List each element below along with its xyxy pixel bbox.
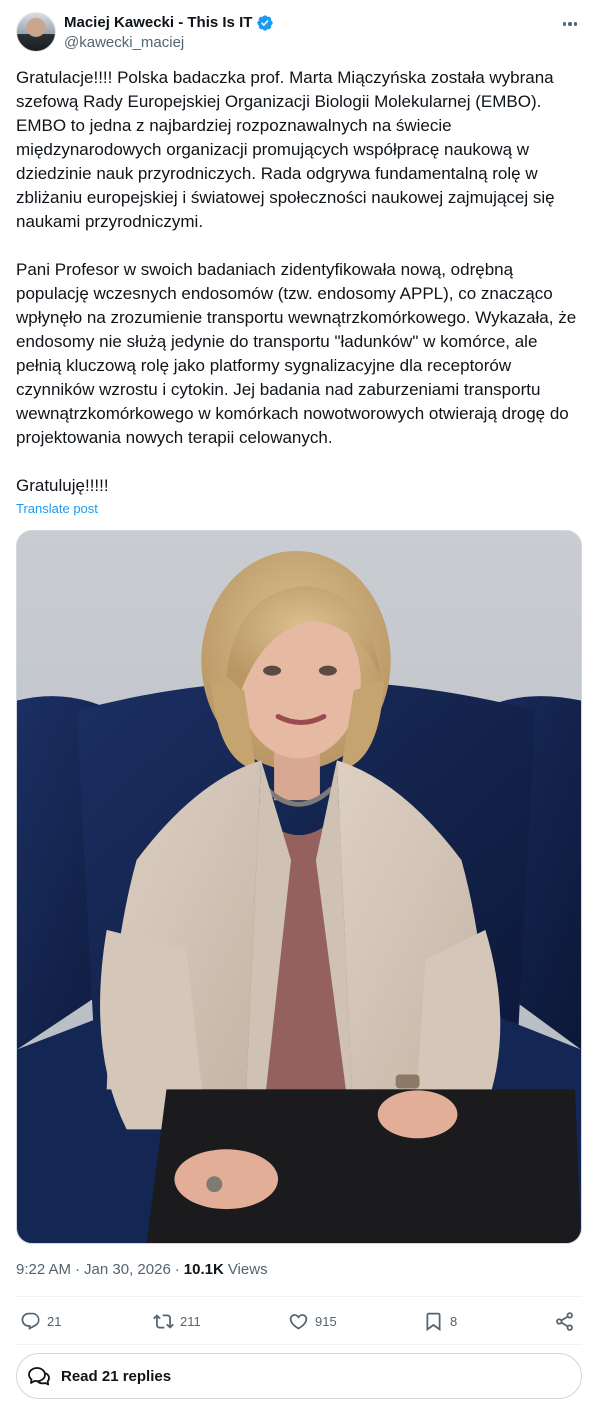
divider: [16, 1296, 582, 1297]
repost-count: 211: [180, 1313, 201, 1329]
share-button[interactable]: [554, 1306, 575, 1336]
reply-count: 21: [47, 1313, 62, 1329]
author-avatar[interactable]: [16, 12, 56, 52]
like-button[interactable]: 915: [288, 1306, 337, 1336]
more-options-icon[interactable]: [558, 14, 582, 34]
action-bar: 21 211 915 8: [16, 1306, 582, 1336]
divider: [16, 1344, 582, 1345]
repost-icon: [153, 1311, 174, 1332]
bookmark-count: 8: [450, 1313, 458, 1329]
author-name-line: Maciej Kawecki - This Is IT: [64, 13, 274, 33]
post-header: Maciej Kawecki - This Is IT @kawecki_mac…: [16, 12, 582, 54]
views-count: 10.1K: [183, 1261, 224, 1278]
translate-post-link[interactable]: Translate post: [16, 499, 98, 519]
post-time[interactable]: 9:22 AM: [16, 1260, 71, 1280]
verified-badge-icon: [256, 14, 274, 32]
read-replies-label: Read 21 replies: [61, 1367, 172, 1385]
post-image[interactable]: [16, 530, 582, 1244]
author-display-name[interactable]: Maciej Kawecki - This Is IT: [64, 13, 252, 33]
meta-separator: ·: [174, 1261, 180, 1278]
meta-separator: ·: [75, 1261, 81, 1278]
post-text: Gratulacje!!!! Polska badaczka prof. Mar…: [16, 68, 577, 495]
post-date[interactable]: Jan 30, 2026: [84, 1260, 171, 1280]
portrait-photo: [17, 531, 581, 1243]
reply-button[interactable]: 21: [20, 1306, 61, 1336]
post-meta: 9:22 AM · Jan 30, 2026 · 10.1K Views: [16, 1260, 268, 1280]
author-handle[interactable]: @kawecki_maciej: [64, 33, 184, 53]
share-icon: [554, 1311, 575, 1332]
views-label: Views: [227, 1261, 268, 1278]
like-count: 915: [315, 1313, 337, 1329]
read-replies-button[interactable]: Read 21 replies: [16, 1353, 582, 1399]
repost-button[interactable]: 211: [153, 1306, 201, 1336]
heart-icon: [288, 1311, 309, 1332]
bookmark-button[interactable]: 8: [423, 1306, 457, 1336]
bookmark-icon: [423, 1311, 444, 1332]
reply-icon: [20, 1311, 41, 1332]
conversation-icon: [28, 1367, 50, 1386]
